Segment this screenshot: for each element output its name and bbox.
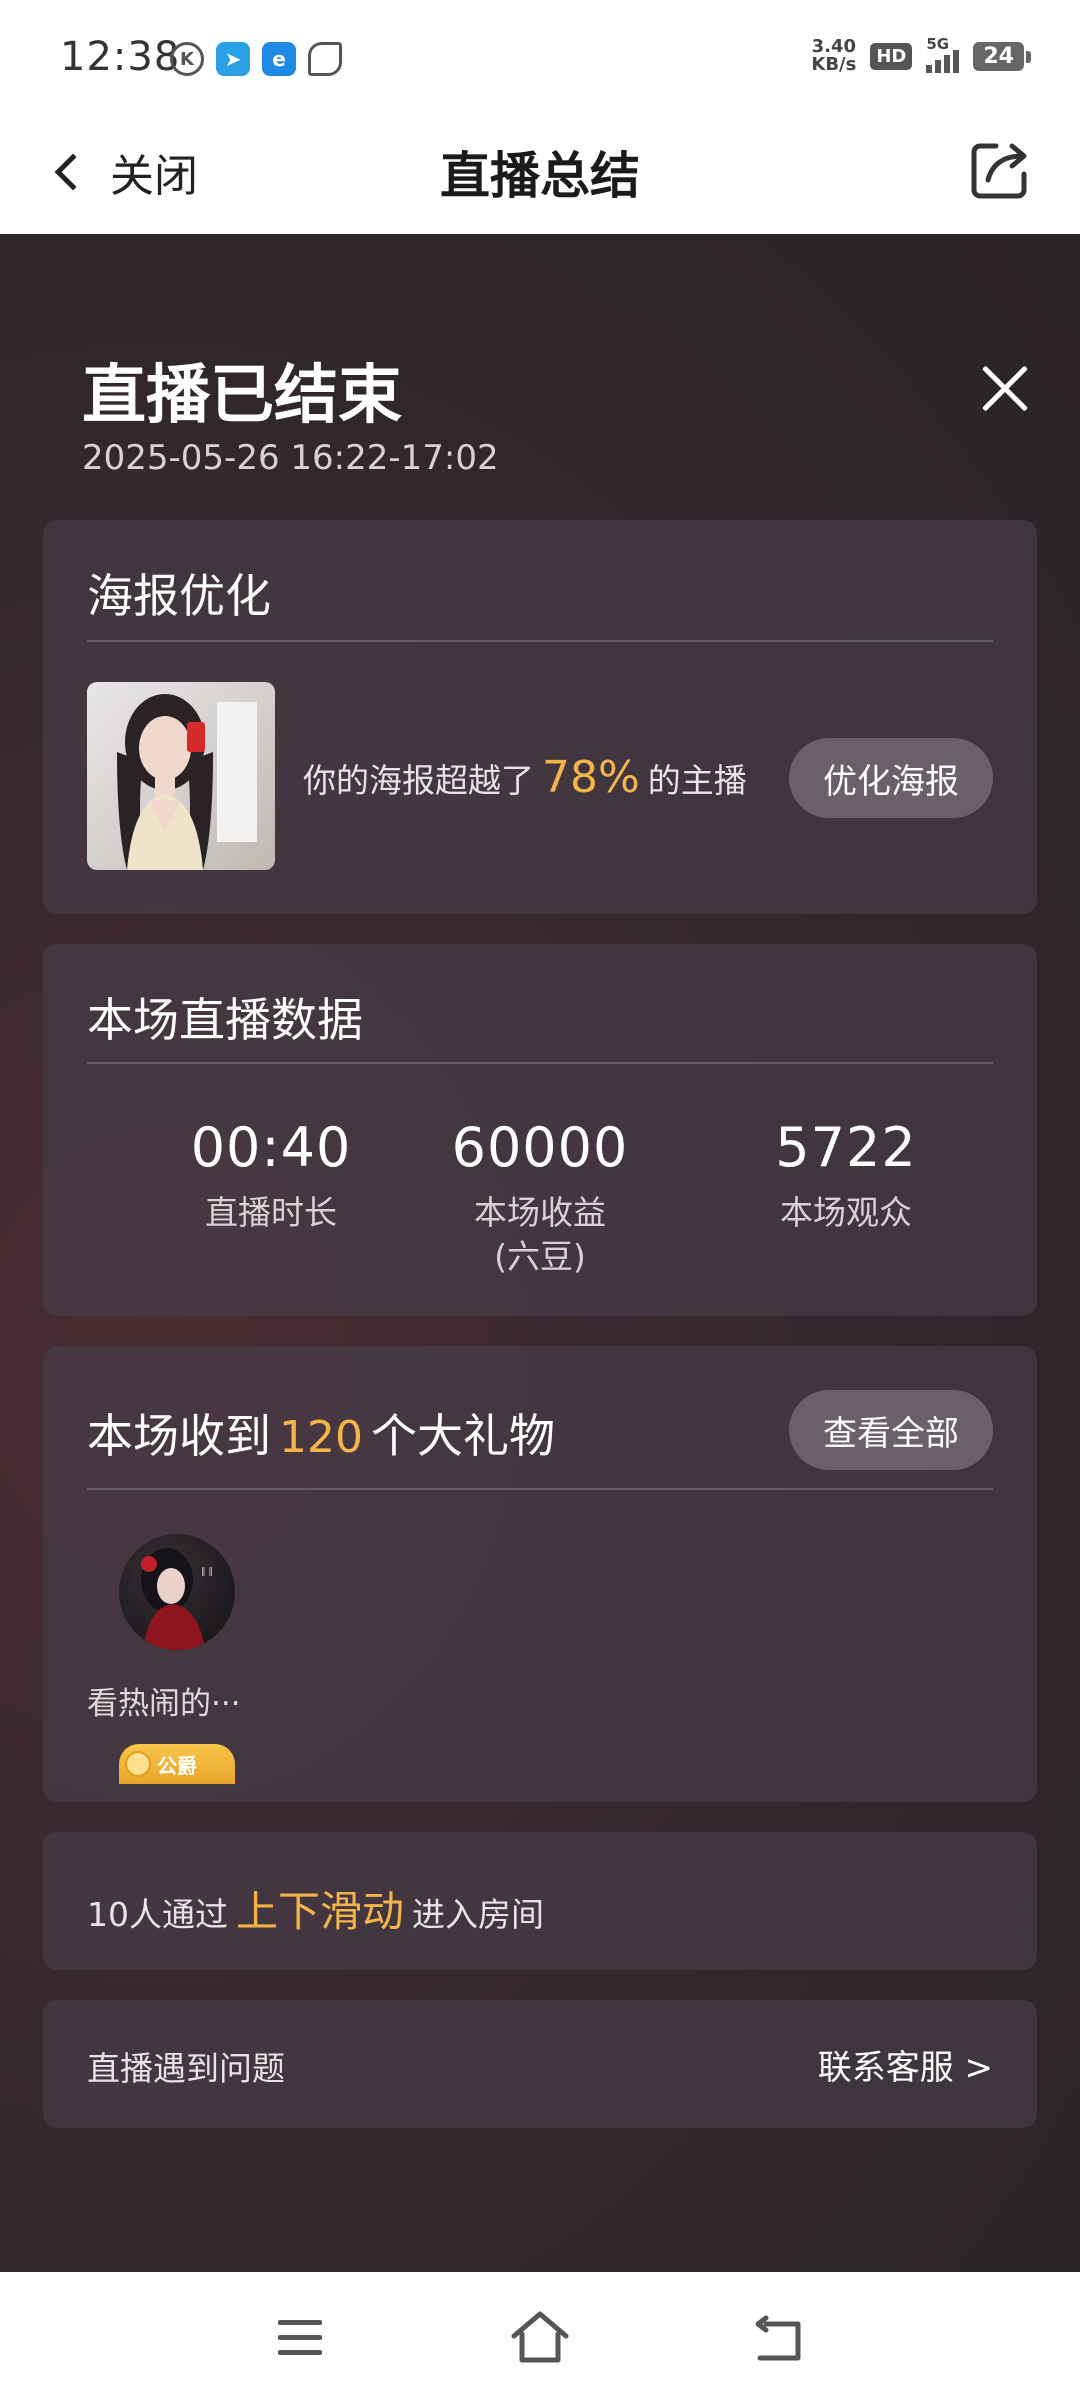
divider	[87, 1062, 993, 1064]
home-icon[interactable]	[508, 2308, 572, 2368]
support-card[interactable]: 直播遇到问题 联系客服 >	[43, 2000, 1037, 2128]
k-app-icon: K	[170, 42, 204, 76]
divider	[87, 640, 993, 642]
system-nav-bar	[0, 2272, 1080, 2400]
live-time-range: 2025-05-26 16:22-17:02	[82, 438, 499, 478]
telegram-icon: ➤	[216, 42, 250, 76]
poster-card: 海报优化 你的海报超越了 78% 的主播 优化海报	[43, 520, 1037, 914]
optimize-poster-button[interactable]: 优化海报	[789, 738, 993, 818]
share-icon[interactable]	[966, 136, 1034, 204]
gifts-card: 本场收到 120 个大礼物 查看全部 ‖ ‖ 看热闹的··· 公爵	[43, 1346, 1037, 1802]
contact-support-link[interactable]: 联系客服 >	[818, 2040, 993, 2089]
swipe-entry-card: 10人通过 上下滑动 进入房间	[43, 1832, 1037, 1970]
gifter-avatar[interactable]: ‖ ‖	[119, 1534, 235, 1650]
live-stats-card: 本场直播数据 00:40 直播时长 60000 本场收益 (六豆) 5722 本…	[43, 944, 1037, 1316]
back-icon[interactable]	[752, 2314, 806, 2364]
poster-rank-text: 你的海报超越了 78% 的主播	[303, 752, 747, 803]
view-all-button[interactable]: 查看全部	[789, 1390, 993, 1470]
swipe-highlight: 上下滑动	[236, 1887, 405, 1936]
poster-card-title: 海报优化	[87, 569, 271, 623]
hd-icon: HD	[870, 42, 913, 70]
divider	[87, 1488, 993, 1490]
system-indicators: 3.40 KB/s HD 5G 24	[811, 35, 1031, 75]
live-ended-title: 直播已结束	[82, 359, 402, 433]
stat-duration: 00:40 直播时长	[190, 1116, 352, 1232]
leaf-icon	[308, 42, 342, 76]
gifts-card-title: 本场收到 120 个大礼物	[87, 1409, 555, 1463]
summary-panel: 直播已结束 2025-05-26 16:22-17:02 海报优化 你的海报超越…	[0, 234, 1080, 2272]
poster-thumbnail[interactable]	[87, 682, 275, 870]
badge-coin-icon	[125, 1751, 151, 1777]
stats-card-title: 本场直播数据	[87, 993, 363, 1047]
noble-badge: 公爵	[119, 1744, 235, 1784]
gift-count: 120	[279, 1412, 363, 1463]
net-speed: 3.40 KB/s	[811, 36, 857, 75]
swipe-entry-text: 10人通过 上下滑动 进入房间	[87, 1878, 544, 1939]
status-bar: 12:38 K ➤ e 3.40 KB/s HD 5G 24	[0, 0, 1080, 112]
svg-text:‖ ‖: ‖ ‖	[201, 1567, 213, 1577]
page-title: 直播总结	[440, 147, 640, 205]
notification-icons: K ➤ e	[170, 42, 342, 76]
menu-icon[interactable]	[278, 2320, 322, 2356]
problem-label: 直播遇到问题	[87, 2049, 285, 2088]
browser-icon: e	[262, 42, 296, 76]
signal-icon: 5G	[926, 35, 960, 73]
poster-percent: 78%	[542, 752, 640, 803]
battery-icon: 24	[973, 41, 1031, 71]
close-icon[interactable]	[970, 354, 1040, 424]
app-header: 关闭 直播总结	[0, 112, 1080, 234]
stat-viewers: 5722 本场观众	[775, 1116, 917, 1232]
status-time: 12:38	[60, 34, 181, 80]
stat-income: 60000 本场收益 (六豆)	[451, 1116, 629, 1276]
gifter-name: 看热闹的···	[87, 1686, 241, 1722]
